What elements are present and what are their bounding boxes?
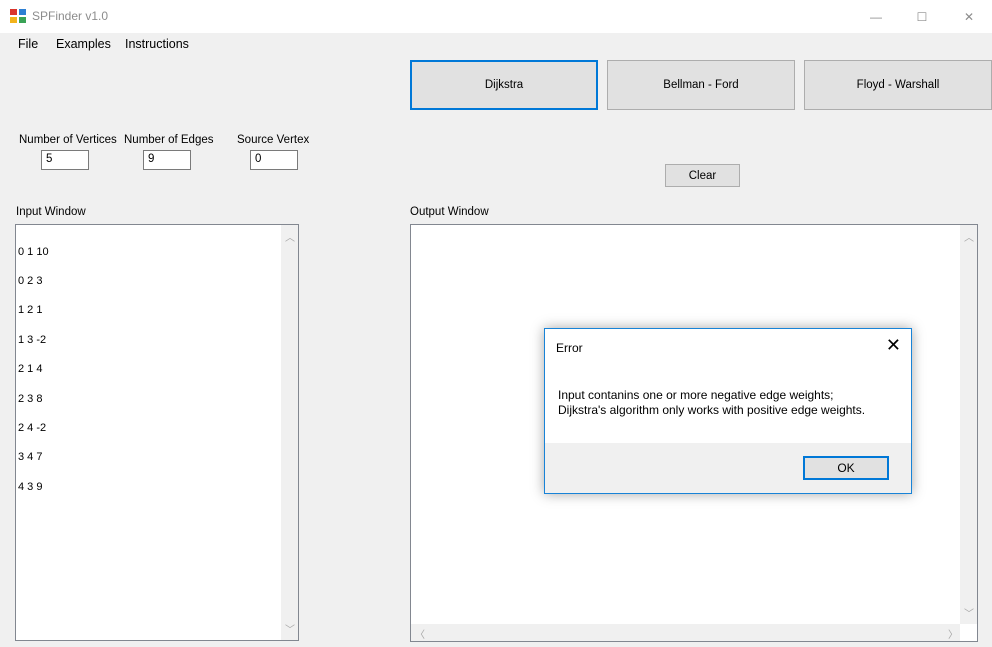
dialog-title: Error	[556, 341, 583, 355]
minimize-button[interactable]: —	[853, 0, 899, 33]
output-horizontal-scrollbar[interactable]: 〈 〉	[411, 624, 960, 641]
input-vertical-scrollbar[interactable]: ︿ ﹀	[281, 225, 298, 640]
close-button[interactable]: ✕	[946, 0, 992, 33]
input-lines: 0 1 10 0 2 3 1 2 1 1 3 -2 2 1 4 2 3 8 2 …	[18, 228, 49, 512]
input-line: 0 1 10	[18, 245, 49, 258]
dialog-footer: OK	[545, 443, 911, 493]
floyd-warshall-button[interactable]: Floyd - Warshall	[804, 60, 992, 110]
input-line: 3 4 7	[18, 451, 43, 464]
dijkstra-button[interactable]: Dijkstra	[410, 60, 598, 110]
maximize-button[interactable]: ☐	[899, 0, 945, 33]
output-window-label: Output Window	[410, 206, 489, 218]
dialog-message-line: Input contanins one or more negative edg…	[558, 388, 834, 402]
dialog-message-line: Dijkstra's algorithm only works with pos…	[558, 403, 866, 417]
ok-button[interactable]: OK	[803, 456, 889, 480]
input-line: 2 3 8	[18, 392, 43, 405]
title-bar: SPFinder v1.0 — ☐ ✕	[0, 0, 992, 33]
scroll-left-icon[interactable]: 〈	[415, 626, 425, 641]
error-dialog: Error ✕ Input contanins one or more nega…	[544, 328, 912, 494]
close-icon: ✕	[963, 9, 975, 24]
input-line: 1 3 -2	[18, 333, 47, 346]
edges-label: Number of Edges	[124, 134, 214, 146]
menu-examples[interactable]: Examples	[56, 37, 111, 51]
scroll-right-icon[interactable]: 〉	[948, 626, 958, 641]
input-line: 1 2 1	[18, 304, 43, 317]
menu-instructions[interactable]: Instructions	[125, 37, 189, 51]
scroll-down-icon[interactable]: ﹀	[285, 621, 295, 636]
source-input[interactable]: 0	[250, 150, 298, 170]
input-textarea[interactable]: 0 1 10 0 2 3 1 2 1 1 3 -2 2 1 4 2 3 8 2 …	[15, 224, 299, 641]
input-line: 2 1 4	[18, 363, 43, 376]
dialog-message: Input contanins one or more negative edg…	[558, 388, 865, 418]
menu-bar: File Examples Instructions	[0, 33, 992, 55]
input-line: 2 4 -2	[18, 421, 47, 434]
minimize-icon: —	[870, 9, 882, 24]
source-label: Source Vertex	[237, 134, 310, 146]
window-title: SPFinder v1.0	[32, 9, 109, 23]
clear-button[interactable]: Clear	[665, 164, 740, 187]
edges-input[interactable]: 9	[143, 150, 191, 170]
dialog-close-icon[interactable]: ✕	[886, 335, 901, 356]
maximize-icon: ☐	[916, 9, 928, 24]
bellman-ford-button[interactable]: Bellman - Ford	[607, 60, 795, 110]
app-icon	[10, 9, 26, 23]
scroll-down-icon[interactable]: ﹀	[964, 605, 974, 620]
input-line: 4 3 9	[18, 480, 43, 493]
menu-file[interactable]: File	[18, 37, 38, 51]
scroll-up-icon[interactable]: ︿	[285, 229, 295, 244]
vertices-input[interactable]: 5	[41, 150, 89, 170]
vertices-label: Number of Vertices	[19, 134, 117, 146]
input-line: 0 2 3	[18, 274, 43, 287]
input-window-label: Input Window	[16, 206, 86, 218]
output-vertical-scrollbar[interactable]: ︿ ﹀	[960, 225, 977, 624]
scroll-up-icon[interactable]: ︿	[964, 229, 974, 244]
